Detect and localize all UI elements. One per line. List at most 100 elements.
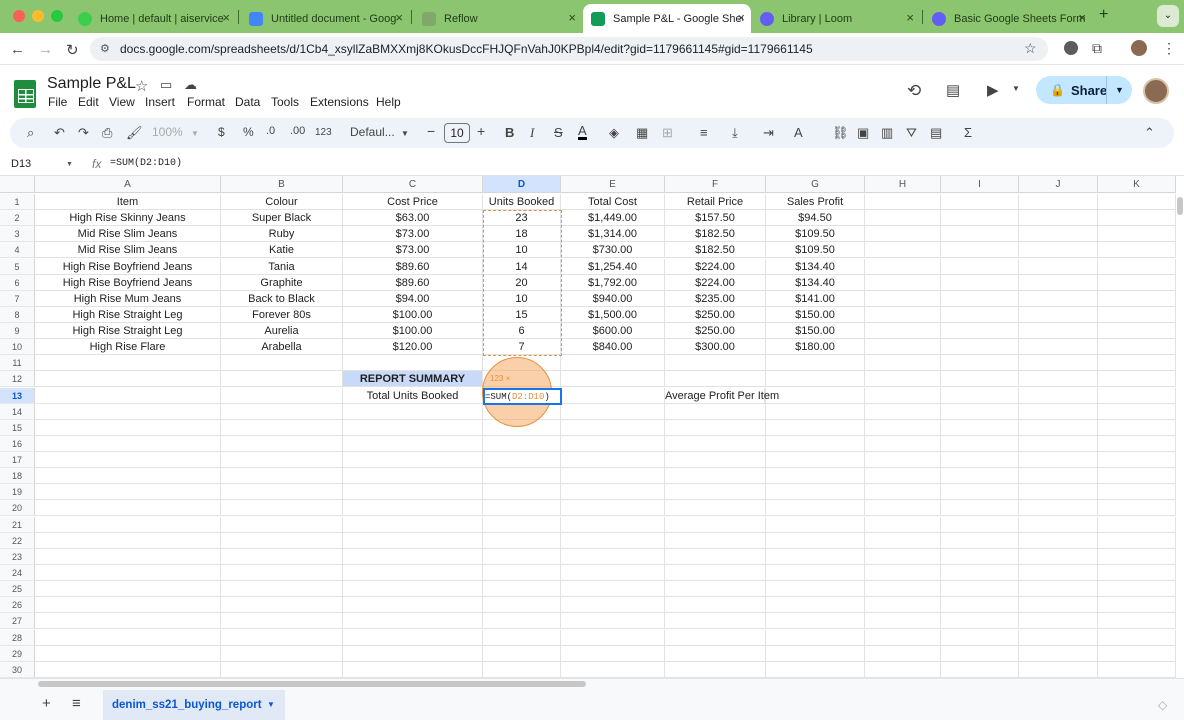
grid-cell[interactable] [941, 452, 1019, 469]
grid-cell[interactable] [1019, 629, 1098, 646]
grid-cell[interactable] [766, 355, 865, 372]
grid-cell[interactable] [865, 290, 941, 307]
grid-cell[interactable] [561, 645, 665, 662]
row-header-1[interactable]: 1 [0, 194, 35, 210]
row-header-12[interactable]: 12 [0, 371, 35, 388]
grid-cell[interactable] [1098, 516, 1176, 533]
grid-cell[interactable] [35, 371, 221, 388]
row-header-5[interactable]: 5 [0, 258, 35, 275]
header-cell[interactable]: Colour [221, 194, 343, 210]
grid-cell[interactable] [766, 613, 865, 630]
grid-cell[interactable] [1019, 210, 1098, 227]
grid-cell[interactable] [561, 355, 665, 372]
grid-cell[interactable] [865, 452, 941, 469]
grid-cell[interactable] [1098, 387, 1176, 404]
grid-cell[interactable] [865, 226, 941, 243]
table-cell[interactable]: $224.00 [665, 274, 766, 291]
document-title[interactable]: Sample P&L [47, 75, 136, 93]
grid-cell[interactable] [665, 516, 766, 533]
grid-cell[interactable] [1098, 258, 1176, 275]
grid-cell[interactable] [665, 548, 766, 565]
share-chevron-down-icon[interactable]: ▼ [1106, 76, 1132, 104]
column-header-d[interactable]: D [483, 176, 561, 193]
close-tab-icon[interactable]: × [222, 10, 230, 25]
grid-cell[interactable] [1019, 419, 1098, 436]
grid-cell[interactable] [1019, 339, 1098, 356]
grid-cell[interactable] [941, 500, 1019, 517]
header-cell[interactable]: Retail Price [665, 194, 766, 210]
name-box[interactable]: D13 [11, 158, 31, 170]
table-cell[interactable]: $224.00 [665, 258, 766, 275]
grid-cell[interactable] [35, 661, 221, 678]
header-cell[interactable]: Item [35, 194, 221, 210]
grid-cell[interactable] [221, 500, 343, 517]
grid-cell[interactable] [1019, 500, 1098, 517]
grid-cell[interactable] [665, 597, 766, 614]
grid-cell[interactable] [343, 629, 483, 646]
grid-cell[interactable] [941, 548, 1019, 565]
grid-cell[interactable] [865, 323, 941, 340]
grid-cell[interactable] [35, 516, 221, 533]
zoom-select[interactable]: 100% [152, 125, 183, 139]
grid-cell[interactable] [1019, 194, 1098, 210]
browser-tab-reflow[interactable]: Reflow × [414, 4, 582, 33]
table-cell[interactable]: Back to Black [221, 290, 343, 307]
grid-cell[interactable] [941, 564, 1019, 581]
grid-cell[interactable] [561, 435, 665, 452]
grid-cell[interactable] [35, 613, 221, 630]
grid-cell[interactable] [766, 371, 865, 388]
grid-cell[interactable] [221, 564, 343, 581]
grid-cell[interactable] [343, 484, 483, 501]
row-header-16[interactable]: 16 [0, 435, 35, 452]
grid-cell[interactable] [1098, 532, 1176, 549]
reload-icon[interactable]: ↻ [66, 41, 79, 59]
grid-cell[interactable] [941, 613, 1019, 630]
grid-cell[interactable] [766, 500, 865, 517]
grid-cell[interactable] [1098, 613, 1176, 630]
row-header-21[interactable]: 21 [0, 516, 35, 533]
grid-cell[interactable] [35, 548, 221, 565]
row-header-20[interactable]: 20 [0, 500, 35, 517]
print-icon[interactable]: ⎙ [102, 125, 112, 141]
row-header-13[interactable]: 13 [0, 387, 35, 404]
fill-color-icon[interactable]: ◈ [609, 125, 619, 141]
search-menus-icon[interactable]: ⌕ [27, 125, 34, 141]
grid-cell[interactable] [665, 564, 766, 581]
grid-cell[interactable] [665, 355, 766, 372]
browser-tab-sample-pl[interactable]: Sample P&L - Google Shee × [583, 4, 751, 33]
table-cell[interactable]: $150.00 [766, 323, 865, 340]
total-units-label[interactable]: Total Units Booked [343, 387, 483, 404]
menu-edit[interactable]: Edit [78, 95, 99, 109]
row-header-23[interactable]: 23 [0, 548, 35, 565]
grid-cell[interactable] [941, 629, 1019, 646]
vertical-scroll-thumb[interactable] [1177, 197, 1183, 215]
grid-cell[interactable] [865, 548, 941, 565]
forward-arrow-icon[interactable]: → [38, 41, 53, 58]
grid-cell[interactable] [1098, 323, 1176, 340]
grid-cell[interactable] [665, 661, 766, 678]
row-header-29[interactable]: 29 [0, 645, 35, 662]
text-wrapping-icon[interactable]: ⇥ [763, 125, 774, 141]
browser-tab-document[interactable]: Untitled document - Goog × [241, 4, 409, 33]
table-cell[interactable]: $109.50 [766, 226, 865, 243]
grid-cell[interactable] [865, 194, 941, 210]
format-percent-button[interactable]: % [243, 125, 254, 139]
grid-cell[interactable] [561, 419, 665, 436]
grid-cell[interactable] [1098, 597, 1176, 614]
menu-format[interactable]: Format [187, 95, 225, 109]
grid-cell[interactable] [665, 419, 766, 436]
increase-decimal-button[interactable]: .00 [290, 125, 305, 137]
grid-cell[interactable] [1098, 484, 1176, 501]
grid-cell[interactable] [766, 564, 865, 581]
site-settings-icon[interactable]: ⚙ [100, 42, 110, 55]
grid-cell[interactable] [941, 645, 1019, 662]
grid-cell[interactable] [343, 500, 483, 517]
table-cell[interactable]: $109.50 [766, 242, 865, 259]
grid-cell[interactable] [865, 210, 941, 227]
row-header-28[interactable]: 28 [0, 629, 35, 646]
grid-cell[interactable] [1098, 500, 1176, 517]
meet-video-icon[interactable]: ▶ [987, 81, 999, 99]
row-header-7[interactable]: 7 [0, 290, 35, 307]
grid-cell[interactable] [221, 435, 343, 452]
grid-cell[interactable] [561, 613, 665, 630]
